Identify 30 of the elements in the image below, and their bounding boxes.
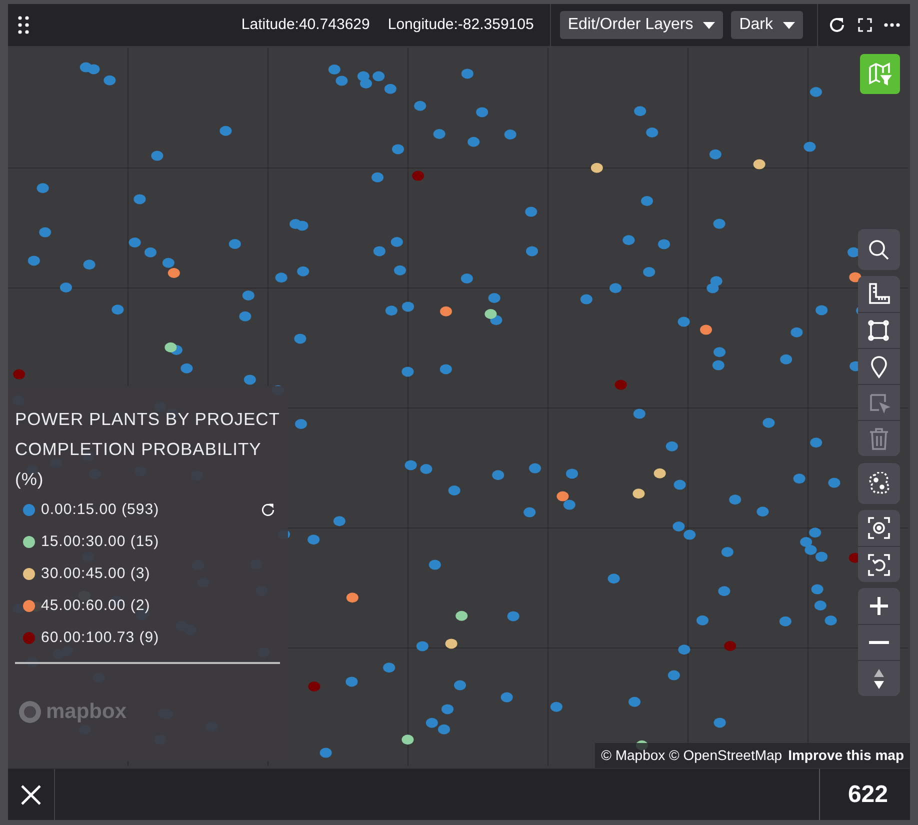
cluster-icon [867,472,891,496]
trash-icon [867,426,891,450]
search-icon [867,238,891,262]
grip-icon[interactable] [18,16,30,34]
search-button[interactable] [858,228,900,270]
feature-count: 622 [818,769,910,820]
polygon-icon [867,318,891,342]
longitude-text: Longitude:-82.359105 [388,14,534,35]
map-filter-icon [868,62,892,86]
zoom-out-icon [869,641,889,644]
cluster-button[interactable] [858,462,900,504]
legend-title: POWER PLANTS BY PROJECT COMPLETION PROBABILITY (%) [15,408,280,491]
reset-icon [867,552,891,576]
zoom-in-icon [867,594,891,618]
legend-label: 30.00:45.00 (3) [41,564,150,584]
ruler-icon [867,282,891,306]
layer-dropdown[interactable]: Dark [731,11,803,39]
legend-label: 60.00:100.73 (9) [41,628,160,648]
caret-icon [783,22,795,28]
attribution-text: © Mapbox © OpenStreetMap [601,746,782,765]
latitude-text: Latitude:40.743629 [241,14,370,35]
caret-icon [703,22,716,28]
refresh-icon[interactable] [260,502,276,518]
layer-dropdown[interactable]: Edit/Order Layers [560,11,724,39]
legend-label: 45.00:60.00 (2) [41,596,150,616]
improve-map-link[interactable]: Improve this map [788,745,904,766]
legend-label: 0.00:15.00 (593) [41,500,160,520]
locate-icon [867,516,891,540]
legend-label: 15.00:30.00 (15) [41,532,160,552]
mapbox-logo-icon [18,700,42,724]
